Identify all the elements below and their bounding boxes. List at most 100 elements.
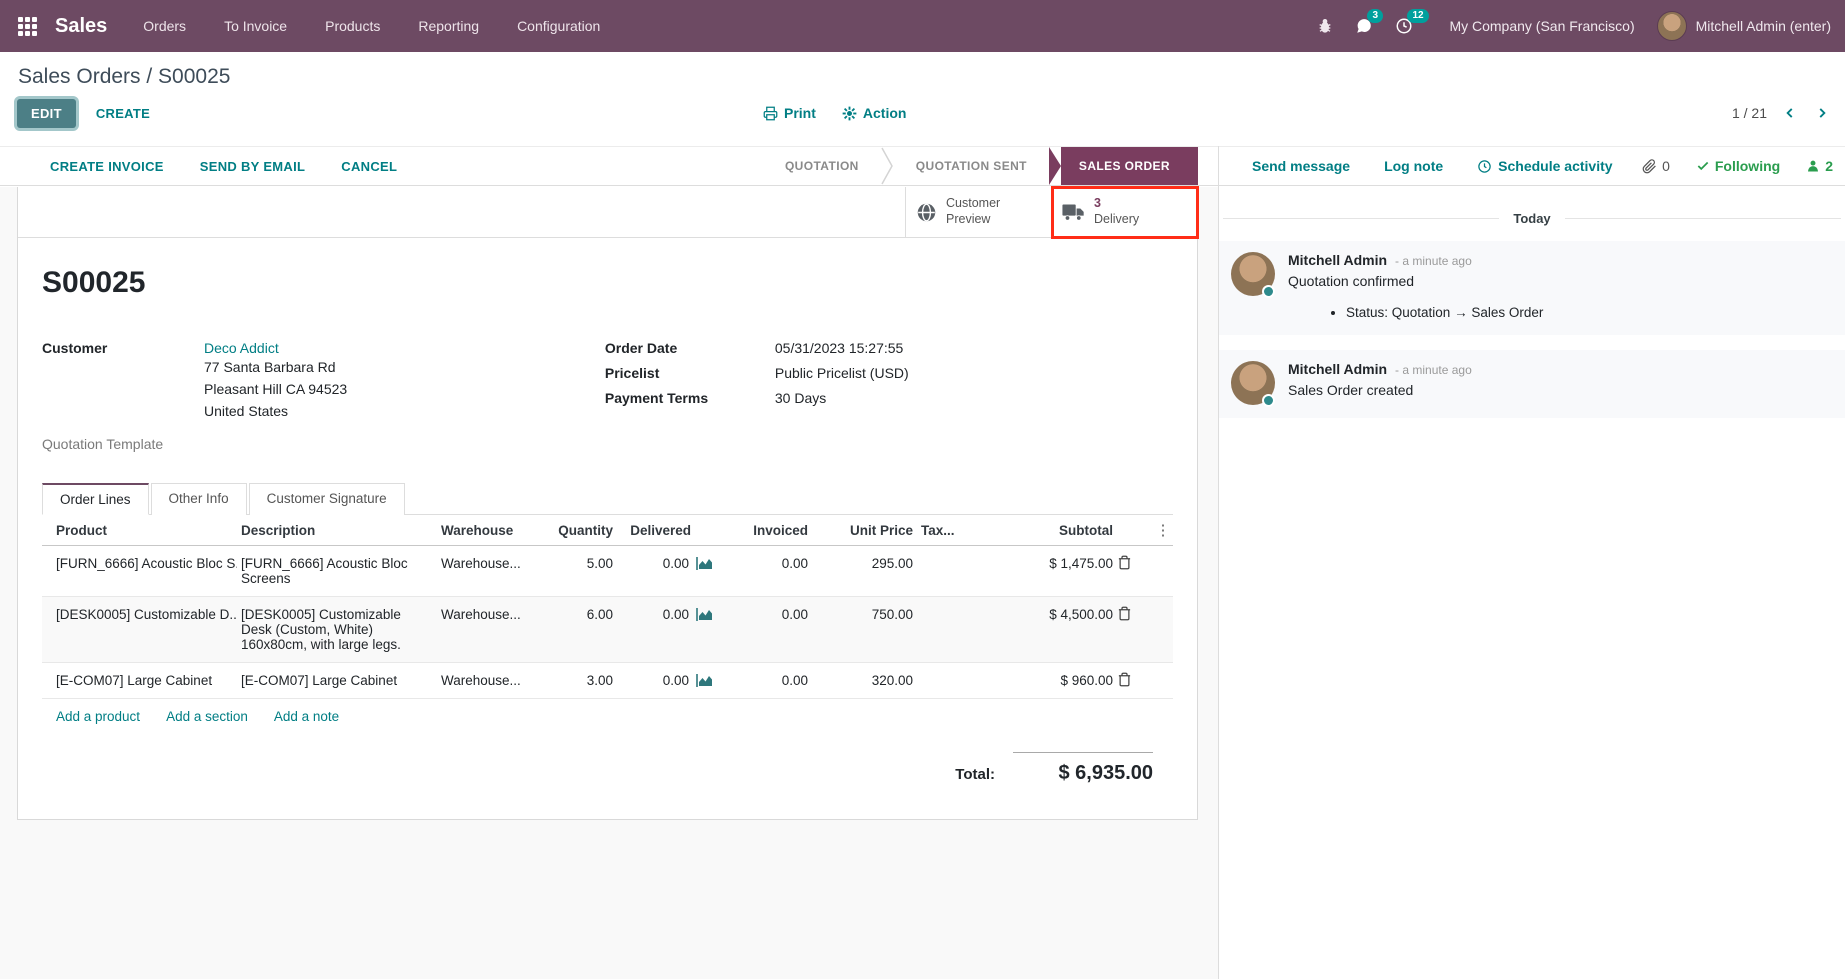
header-description[interactable]: Description	[237, 515, 437, 545]
status-sales-order-active[interactable]: SALES ORDER	[1061, 147, 1198, 185]
add-note-link[interactable]: Add a note	[274, 709, 339, 724]
order-title: S00025	[42, 266, 1173, 300]
header-tax[interactable]: Tax...	[917, 515, 987, 545]
pager-next-icon[interactable]	[1813, 104, 1831, 122]
quantity-cell: 5.00	[537, 546, 617, 581]
message-time: - a minute ago	[1395, 254, 1472, 268]
product-link[interactable]: [E-COM07] Large Cabinet	[42, 663, 237, 698]
table-row[interactable]: [DESK0005] Customizable D... [DESK0005] …	[42, 597, 1173, 663]
customer-preview-line1: Customer	[946, 196, 1000, 212]
delete-row-trash-icon[interactable]	[1117, 546, 1151, 570]
attachments-button[interactable]: 0	[1642, 158, 1670, 174]
delivery-stat-button[interactable]: 3 Delivery	[1051, 187, 1197, 237]
menu-orders[interactable]: Orders	[143, 18, 186, 34]
breadcrumb[interactable]: Sales Orders / S00025	[0, 52, 230, 89]
warehouse-cell: Warehouse...	[437, 597, 537, 632]
company-switcher[interactable]: My Company (San Francisco)	[1449, 18, 1634, 34]
product-link[interactable]: [DESK0005] Customizable D...	[42, 597, 237, 632]
menu-reporting[interactable]: Reporting	[418, 18, 479, 34]
customer-preview-stat-button[interactable]: Customer Preview	[905, 187, 1051, 237]
message-author[interactable]: Mitchell Admin	[1288, 361, 1387, 377]
cancel-button[interactable]: CANCEL	[341, 159, 397, 174]
tab-order-lines[interactable]: Order Lines	[42, 483, 149, 515]
menu-configuration[interactable]: Configuration	[517, 18, 600, 34]
message-body: Sales Order created	[1288, 382, 1472, 398]
stat-button-strip: Customer Preview 3 Delivery	[18, 187, 1197, 238]
following-button[interactable]: Following	[1696, 158, 1780, 174]
send-message-button[interactable]: Send message	[1252, 158, 1350, 174]
table-row[interactable]: [FURN_6666] Acoustic Bloc S... [FURN_666…	[42, 546, 1173, 597]
table-row[interactable]: [E-COM07] Large Cabinet [E-COM07] Large …	[42, 663, 1173, 699]
pager-counter: 1 / 21	[1732, 105, 1767, 121]
message-author[interactable]: Mitchell Admin	[1288, 252, 1387, 268]
paperclip-icon	[1642, 159, 1657, 174]
customer-link[interactable]: Deco Addict	[204, 340, 279, 356]
create-button[interactable]: CREATE	[96, 106, 150, 121]
create-invoice-button[interactable]: CREATE INVOICE	[50, 159, 164, 174]
status-arrow-icon	[1049, 147, 1061, 185]
delete-row-trash-icon[interactable]	[1117, 663, 1151, 687]
header-quantity[interactable]: Quantity	[537, 515, 617, 545]
customer-value: Deco Addict 77 Santa Barbara Rd Pleasant…	[204, 340, 347, 422]
table-header-row: Product Description Warehouse Quantity D…	[42, 515, 1173, 546]
schedule-clock-icon	[1477, 159, 1492, 174]
message-time: - a minute ago	[1395, 363, 1472, 377]
quantity-cell: 3.00	[537, 663, 617, 698]
add-product-link[interactable]: Add a product	[56, 709, 140, 724]
header-invoiced[interactable]: Invoiced	[717, 515, 812, 545]
messages-icon[interactable]: 3	[1355, 17, 1373, 35]
product-link[interactable]: [FURN_6666] Acoustic Bloc S...	[42, 546, 237, 581]
statusbar-row: CREATE INVOICE SEND BY EMAIL CANCEL QUOT…	[0, 146, 1845, 186]
app-name[interactable]: Sales	[55, 15, 107, 38]
menu-to-invoice[interactable]: To Invoice	[224, 18, 287, 34]
following-label: Following	[1715, 158, 1780, 174]
forecast-chart-icon[interactable]	[696, 557, 713, 570]
schedule-activity-label: Schedule activity	[1498, 158, 1612, 174]
status-quotation[interactable]: QUOTATION	[763, 147, 881, 185]
description-cell: [DESK0005] Customizable Desk (Custom, Wh…	[237, 597, 437, 662]
tab-customer-signature[interactable]: Customer Signature	[249, 483, 405, 515]
forecast-chart-icon[interactable]	[696, 608, 713, 621]
status-quotation-sent[interactable]: QUOTATION SENT	[894, 147, 1049, 185]
invoiced-cell: 0.00	[717, 663, 812, 698]
delivered-cell: 0.00	[663, 556, 689, 571]
followers-button[interactable]: 2	[1806, 158, 1833, 174]
header-product[interactable]: Product	[42, 515, 237, 545]
forecast-chart-icon[interactable]	[696, 674, 713, 687]
debug-bug-icon[interactable]	[1317, 18, 1333, 34]
quantity-cell: 6.00	[537, 597, 617, 632]
unit-price-cell: 750.00	[812, 597, 917, 632]
warehouse-cell: Warehouse...	[437, 663, 537, 698]
tax-cell	[917, 597, 987, 617]
schedule-activity-button[interactable]: Schedule activity	[1477, 158, 1612, 174]
pager-previous-icon[interactable]	[1781, 104, 1799, 122]
truck-icon	[1062, 203, 1085, 222]
total-label: Total:	[955, 766, 995, 783]
menu-products[interactable]: Products	[325, 18, 380, 34]
tab-other-info[interactable]: Other Info	[151, 483, 247, 515]
chatter-message: Mitchell Admin - a minute ago Sales Orde…	[1219, 350, 1845, 418]
header-delivered[interactable]: Delivered	[617, 515, 717, 545]
header-unit-price[interactable]: Unit Price	[812, 515, 917, 545]
address-line-2: Pleasant Hill CA 94523	[204, 378, 347, 400]
unit-price-cell: 295.00	[812, 546, 917, 581]
log-note-button[interactable]: Log note	[1384, 158, 1443, 174]
delete-row-trash-icon[interactable]	[1117, 597, 1151, 621]
activities-clock-icon[interactable]: 12	[1395, 17, 1413, 35]
description-cell: [E-COM07] Large Cabinet	[237, 663, 437, 698]
user-menu[interactable]: Mitchell Admin (enter)	[1657, 11, 1831, 41]
optional-columns-icon[interactable]: ⋮	[1151, 515, 1175, 545]
payment-terms-value: 30 Days	[775, 390, 826, 406]
date-divider-label: Today	[1513, 211, 1550, 226]
action-button[interactable]: Action	[842, 105, 907, 121]
add-section-link[interactable]: Add a section	[166, 709, 248, 724]
send-by-email-button[interactable]: SEND BY EMAIL	[200, 159, 306, 174]
print-button[interactable]: Print	[763, 105, 816, 121]
header-warehouse[interactable]: Warehouse	[437, 515, 537, 545]
total-value: $ 6,935.00	[1058, 762, 1153, 784]
person-icon	[1806, 159, 1820, 173]
apps-grid-icon[interactable]	[18, 17, 37, 36]
edit-button[interactable]: EDIT	[17, 99, 76, 128]
header-subtotal[interactable]: Subtotal	[987, 515, 1117, 545]
tax-cell	[917, 663, 987, 683]
